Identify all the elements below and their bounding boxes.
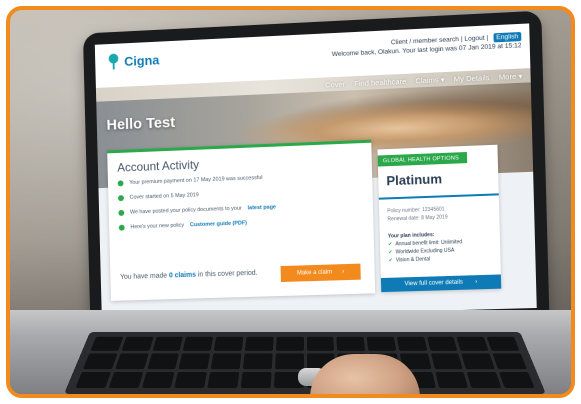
plan-meta: Policy number: 12345601 Renewal date: 8 … xyxy=(387,205,448,223)
logo-text: Cigna xyxy=(124,52,159,68)
include-text: Vision & Dental xyxy=(396,256,431,263)
activity-text: We have posted your policy documents to … xyxy=(130,206,242,216)
activity-text: Your premium payment on 17 May 2019 was … xyxy=(129,175,262,186)
claims-count[interactable]: 0 claims xyxy=(169,272,196,280)
plan-card: GLOBAL HEALTH OPTIONS Platinum Policy nu… xyxy=(378,145,502,292)
utility-links: Client / member search | Logout | Englis… xyxy=(331,32,521,59)
nav-item-my-details[interactable]: My Details xyxy=(454,73,490,84)
include-item: ✔ Vision & Dental xyxy=(388,254,462,264)
latest-page-link[interactable]: latest page xyxy=(248,204,277,211)
nav-item-cover[interactable]: Cover xyxy=(325,79,345,89)
check-circle-icon xyxy=(118,180,124,186)
nav-item-claims[interactable]: Claims ▾ xyxy=(415,75,444,85)
check-circle-icon xyxy=(119,225,125,231)
chevron-right-icon: › xyxy=(342,269,344,275)
activity-item: Your premium payment on 17 May 2019 was … xyxy=(118,171,363,186)
check-icon: ✔ xyxy=(388,241,392,247)
plan-name: Platinum xyxy=(386,171,442,188)
photo-frame: Cigna Client / member search | Logout | … xyxy=(6,6,575,398)
tree-of-life-icon xyxy=(107,53,121,69)
make-claim-label: Make a claim xyxy=(297,269,332,276)
renewal-date: Renewal date: 8 May 2019 xyxy=(387,213,447,223)
chevron-right-icon: › xyxy=(475,279,477,285)
activity-item: We have posted your policy documents to … xyxy=(118,201,363,216)
plan-ribbon: GLOBAL HEALTH OPTIONS xyxy=(378,152,468,167)
account-activity-card: Account Activity Your premium payment on… xyxy=(107,140,375,301)
claims-prefix: You have made xyxy=(120,273,167,281)
check-icon: ✔ xyxy=(388,258,392,264)
check-icon: ✔ xyxy=(388,250,392,256)
view-cover-details-button[interactable]: View full cover details › xyxy=(381,274,501,292)
greeting-heading: Hello Test xyxy=(106,114,175,134)
check-circle-icon xyxy=(118,210,124,216)
include-text: Worldwide Excluding USA xyxy=(395,248,454,256)
cigna-logo[interactable]: Cigna xyxy=(107,51,160,69)
laptop-lid: Cigna Client / member search | Logout | … xyxy=(83,11,550,334)
claims-suffix: in this cover period. xyxy=(198,270,258,279)
plan-divider xyxy=(379,193,499,199)
claims-summary: You have made 0 claims in this cover per… xyxy=(120,270,258,281)
customer-guide-link[interactable]: Customer guide (PDF) xyxy=(190,220,247,228)
activity-item: Cover started on 5 May 2019 xyxy=(118,186,363,201)
view-cover-label: View full cover details xyxy=(404,280,463,288)
account-activity-title: Account Activity xyxy=(117,151,372,175)
make-claim-button[interactable]: Make a claim › xyxy=(281,264,361,282)
activity-text: Cover started on 5 May 2019 xyxy=(130,192,199,200)
nav-item-find-healthcare[interactable]: Find healthcare xyxy=(354,76,406,87)
activity-text: Here's your new policy xyxy=(130,223,184,231)
laptop-screen: Cigna Client / member search | Logout | … xyxy=(95,23,537,319)
check-circle-icon xyxy=(118,195,124,201)
activity-item: Here's your new policy Customer guide (P… xyxy=(119,216,364,230)
nav-item-more[interactable]: More ▾ xyxy=(499,71,523,81)
plan-includes: Your plan includes: ✔ Annual benefit limi… xyxy=(388,230,463,265)
